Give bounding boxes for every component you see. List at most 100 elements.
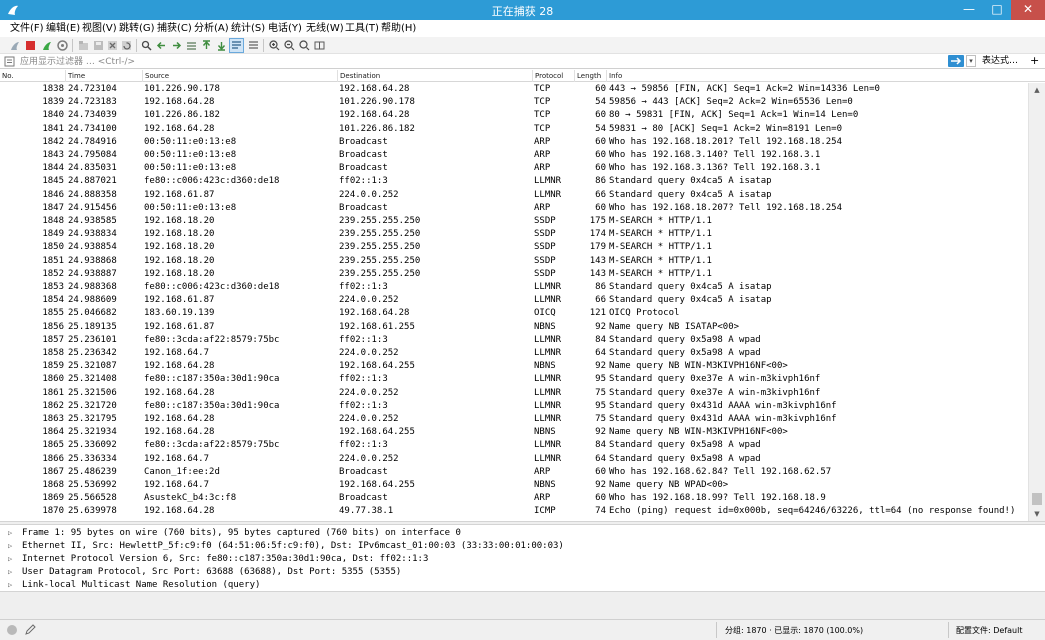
menu-view[interactable]: 视图(V) (82, 22, 117, 35)
column-header-source[interactable]: Source (143, 70, 338, 82)
table-row[interactable]: 1840 24.734039 101.226.86.182 192.168.64.28… (0, 109, 1028, 122)
apply-filter-arrow-icon[interactable] (948, 55, 964, 67)
table-row[interactable]: 1842 24.784916 00:50:11:e0:13:e8 Broadcast A… (0, 136, 1028, 149)
profile-status[interactable]: 配置文件: Default (956, 624, 1022, 637)
reload-file-icon[interactable] (120, 39, 133, 52)
stop-capture-icon[interactable] (24, 39, 37, 52)
restart-capture-icon[interactable] (40, 39, 53, 52)
column-header-time[interactable]: Time (66, 70, 143, 82)
packet-list-scrollbar[interactable]: ▲ ▼ (1028, 83, 1045, 521)
expression-button[interactable]: 表达式… (982, 55, 1018, 67)
table-row[interactable]: 1864 25.321934 192.168.64.28 192.168.64.255… (0, 426, 1028, 439)
scroll-thumb[interactable] (1032, 493, 1042, 505)
go-back-icon[interactable] (155, 39, 168, 52)
detail-tree-item[interactable]: ▷ Ethernet II, Src: HewlettP_5f:c9:f0 (64… (0, 540, 1045, 553)
table-row[interactable]: 1863 25.321795 192.168.64.28 224.0.0.252 LLM… (0, 413, 1028, 426)
first-packet-icon[interactable] (200, 39, 213, 52)
table-row[interactable]: 1868 25.536992 192.168.64.7 192.168.64.255 N… (0, 479, 1028, 492)
menu-wireless[interactable]: 无线(W) (306, 22, 344, 35)
table-row[interactable]: 1855 25.046682 183.60.19.139 192.168.64.28 O… (0, 307, 1028, 320)
table-row[interactable]: 1859 25.321087 192.168.64.28 192.168.64.255… (0, 360, 1028, 373)
table-row[interactable]: 1862 25.321720 fe80::c187:350a:30d1:90ca ff… (0, 400, 1028, 413)
table-row[interactable]: 1839 24.723183 192.168.64.28 101.226.90.178… (0, 96, 1028, 109)
table-row[interactable]: 1866 25.336334 192.168.64.7 224.0.0.252 LLMN… (0, 453, 1028, 466)
table-row[interactable]: 1867 25.486239 Canon_1f:ee:2d Broadcast ARP 6… (0, 466, 1028, 479)
column-header-protocol[interactable]: Protocol (533, 70, 575, 82)
open-file-icon[interactable] (77, 39, 90, 52)
column-header-no[interactable]: No. (0, 70, 66, 82)
table-row[interactable]: 1858 25.236342 192.168.64.7 224.0.0.252 LLMN… (0, 347, 1028, 360)
menu-statistics[interactable]: 统计(S) (231, 22, 265, 35)
capture-comment-icon[interactable] (24, 624, 36, 636)
menu-help[interactable]: 帮助(H) (381, 22, 416, 35)
table-row[interactable]: 1860 25.321408 fe80::c187:350a:30d1:90ca ff… (0, 373, 1028, 386)
close-file-icon[interactable] (106, 39, 119, 52)
table-row[interactable]: 1844 24.835031 00:50:11:e0:13:e8 Broadcast A… (0, 162, 1028, 175)
packet-source: 192.168.64.28 (144, 97, 215, 108)
maximize-button[interactable]: □ (983, 0, 1011, 20)
zoom-out-icon[interactable] (283, 39, 296, 52)
packet-time: 25.189135 (68, 321, 117, 332)
detail-tree-item[interactable]: ▷ Internet Protocol Version 6, Src: fe80:… (0, 553, 1045, 566)
menu-capture[interactable]: 捕获(C) (157, 22, 192, 35)
expand-arrow-icon[interactable]: ▷ (8, 527, 12, 540)
expert-info-icon[interactable] (6, 624, 18, 636)
minimize-button[interactable]: — (955, 0, 983, 20)
start-capture-icon[interactable] (8, 39, 21, 52)
table-row[interactable]: 1861 25.321506 192.168.64.28 224.0.0.252 LLM… (0, 387, 1028, 400)
table-row[interactable]: 1847 24.915456 00:50:11:e0:13:e8 Broadcast A… (0, 202, 1028, 215)
table-row[interactable]: 1846 24.888358 192.168.61.87 224.0.0.252 LLM… (0, 189, 1028, 202)
capture-options-icon[interactable] (56, 39, 69, 52)
table-row[interactable]: 1843 24.795084 00:50:11:e0:13:e8 Broadcast A… (0, 149, 1028, 162)
expand-arrow-icon[interactable]: ▷ (8, 540, 12, 553)
find-packet-icon[interactable] (140, 39, 153, 52)
table-row[interactable]: 1856 25.189135 192.168.61.87 192.168.61.255… (0, 321, 1028, 334)
scroll-down-icon[interactable]: ▼ (1029, 507, 1045, 521)
column-header-length[interactable]: Length (575, 70, 607, 82)
menu-telephony[interactable]: 电话(Y) (268, 22, 302, 35)
table-row[interactable]: 1851 24.938868 192.168.18.20 239.255.255.25… (0, 255, 1028, 268)
table-row[interactable]: 1849 24.938834 192.168.18.20 239.255.255.25… (0, 228, 1028, 241)
menu-analyze[interactable]: 分析(A) (194, 22, 229, 35)
zoom-normal-icon[interactable] (298, 39, 311, 52)
last-packet-icon[interactable] (215, 39, 228, 52)
display-filter-input[interactable] (18, 55, 942, 68)
table-row[interactable]: 1865 25.336092 fe80::3cda:af22:8579:75bc ff… (0, 439, 1028, 452)
menu-go[interactable]: 跳转(G) (119, 22, 155, 35)
table-row[interactable]: 1841 24.734100 192.168.64.28 101.226.86.182… (0, 123, 1028, 136)
menu-edit[interactable]: 编辑(E) (46, 22, 80, 35)
detail-tree-item[interactable]: ▷ User Datagram Protocol, Src Port: 63688… (0, 566, 1045, 579)
table-row[interactable]: 1852 24.938887 192.168.18.20 239.255.255.25… (0, 268, 1028, 281)
column-header-info[interactable]: Info (607, 70, 1045, 82)
packet-length: 95 (595, 400, 606, 411)
table-row[interactable]: 1857 25.236101 fe80::3cda:af22:8579:75bc ff… (0, 334, 1028, 347)
save-file-icon[interactable] (92, 39, 105, 52)
packet-number: 1839 (42, 97, 64, 108)
close-button[interactable]: ✕ (1011, 0, 1045, 20)
menu-file[interactable]: 文件(F) (10, 22, 44, 35)
colorize-icon[interactable] (247, 39, 260, 52)
table-row[interactable]: 1870 25.639978 192.168.64.28 49.77.38.1 ICMP… (0, 505, 1028, 518)
bookmark-icon[interactable] (4, 56, 16, 67)
go-forward-icon[interactable] (170, 39, 183, 52)
zoom-in-icon[interactable] (268, 39, 281, 52)
table-row[interactable]: 1850 24.938854 192.168.18.20 239.255.255.25… (0, 241, 1028, 254)
column-header-destination[interactable]: Destination (338, 70, 533, 82)
packet-destination: 239.255.255.250 (339, 255, 421, 266)
menu-tools[interactable]: 工具(T) (345, 22, 379, 35)
autoscroll-icon[interactable] (229, 38, 244, 53)
go-to-packet-icon[interactable] (185, 39, 198, 52)
scroll-up-icon[interactable]: ▲ (1029, 83, 1045, 97)
table-row[interactable]: 1869 25.566528 AsustekC_b4:3c:f8 Broadcast A… (0, 492, 1028, 505)
table-row[interactable]: 1848 24.938585 192.168.18.20 239.255.255.25… (0, 215, 1028, 228)
expand-arrow-icon[interactable]: ▷ (8, 566, 12, 579)
detail-tree-item[interactable]: ▷ Frame 1: 95 bytes on wire (760 bits), 9… (0, 527, 1045, 540)
resize-columns-icon[interactable] (313, 39, 326, 52)
table-row[interactable]: 1845 24.887021 fe80::c006:423c:d360:de18 ff… (0, 175, 1028, 188)
table-row[interactable]: 1853 24.988368 fe80::c006:423c:d360:de18 ff… (0, 281, 1028, 294)
expand-arrow-icon[interactable]: ▷ (8, 553, 12, 566)
table-row[interactable]: 1854 24.988609 192.168.61.87 224.0.0.252 LLM… (0, 294, 1028, 307)
add-filter-button[interactable]: + (1030, 54, 1039, 67)
table-row[interactable]: 1838 24.723104 101.226.90.178 192.168.64.28… (0, 83, 1028, 96)
filter-history-dropdown[interactable]: ▾ (966, 55, 976, 67)
